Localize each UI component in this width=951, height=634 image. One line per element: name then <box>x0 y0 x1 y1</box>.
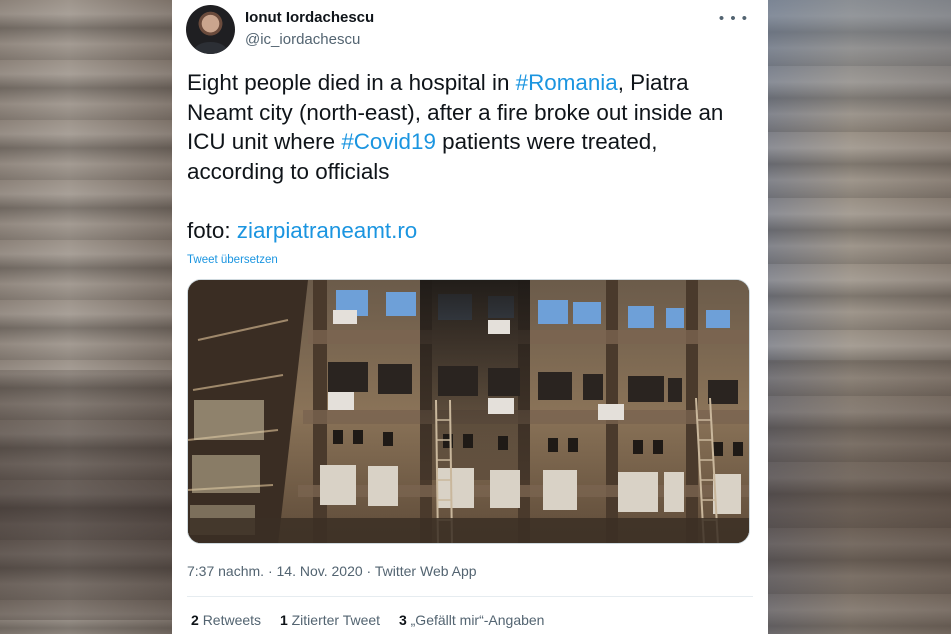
tweet-card: Ionut Iordachescu @ic_iordachescu • • • … <box>172 0 768 634</box>
hashtag-covid19[interactable]: #Covid19 <box>341 129 436 154</box>
tweet-photo[interactable] <box>187 279 750 544</box>
tweet-text: Eight people died in a hospital in #Roma… <box>187 68 759 186</box>
source-label: foto: <box>187 218 237 243</box>
quotes-label: Zitierter Tweet <box>291 612 381 628</box>
tweet-client[interactable]: Twitter Web App <box>375 563 477 579</box>
tweet-date[interactable]: 14. Nov. 2020 <box>277 563 363 579</box>
avatar-shirt <box>194 42 227 54</box>
meta-separator: · <box>264 563 277 579</box>
retweets-label: Retweets <box>202 612 262 628</box>
retweets-stat[interactable]: 2 Retweets <box>191 612 261 628</box>
likes-label: „Gefällt mir“-Angaben <box>410 612 545 628</box>
more-horizontal-icon[interactable]: • • • <box>719 10 748 27</box>
likes-count: 3 <box>398 612 407 628</box>
quotes-count: 1 <box>279 612 288 628</box>
tweet-meta: 7:37 nachm. · 14. Nov. 2020 · Twitter We… <box>187 563 477 579</box>
quotes-stat[interactable]: 1 Zitierter Tweet <box>280 612 380 628</box>
divider <box>187 596 753 597</box>
tweet-time[interactable]: 7:37 nachm. <box>187 563 264 579</box>
avatar[interactable] <box>186 5 235 54</box>
tweet-text-part-1: Eight people died in a hospital in <box>187 70 516 95</box>
likes-stat[interactable]: 3 „Gefällt mir“-Angaben <box>399 612 545 628</box>
photo-source: foto: ziarpiatraneamt.ro <box>187 218 417 244</box>
tweet-stats: 2 Retweets 1 Zitierter Tweet 3 „Gefällt … <box>191 612 559 628</box>
meta-separator: · <box>362 563 375 579</box>
blurred-background-right <box>768 0 951 634</box>
translate-tweet-link[interactable]: Tweet übersetzen <box>187 254 278 266</box>
hashtag-romania[interactable]: #Romania <box>516 70 618 95</box>
hospital-building-photo <box>188 280 749 543</box>
user-name[interactable]: Ionut Iordachescu <box>245 9 374 26</box>
blurred-background-left <box>0 0 172 634</box>
user-handle[interactable]: @ic_iordachescu <box>245 31 360 48</box>
source-link[interactable]: ziarpiatraneamt.ro <box>237 218 417 243</box>
retweets-count: 2 <box>191 612 199 628</box>
